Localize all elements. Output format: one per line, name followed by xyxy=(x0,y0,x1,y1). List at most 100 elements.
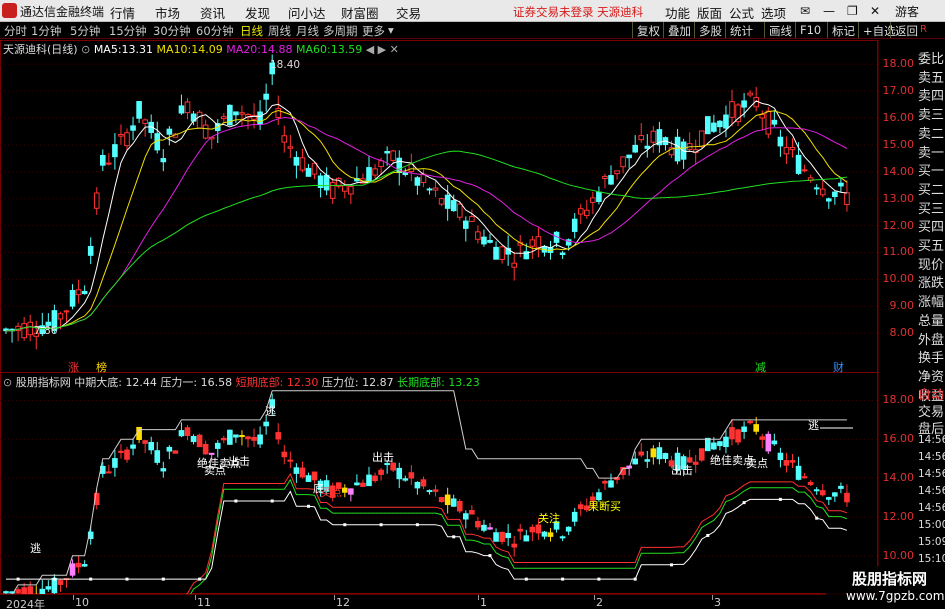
menu-gongneng[interactable]: 功能 xyxy=(665,3,690,22)
side-item[interactable]: 净资 xyxy=(918,366,945,385)
indicator-name[interactable]: 股朋指标网 xyxy=(16,376,71,389)
candle-body xyxy=(239,112,245,115)
candle-body xyxy=(765,110,772,135)
side-item[interactable]: 15:09 xyxy=(918,536,945,548)
candle-body xyxy=(75,289,82,296)
side-item[interactable]: 委比 xyxy=(918,48,945,67)
period-15min[interactable]: 15分钟 xyxy=(109,23,147,39)
candle-body xyxy=(705,116,711,135)
guest-label[interactable]: 游客 xyxy=(895,3,919,20)
candle-body xyxy=(608,175,614,185)
side-item[interactable]: 15:10 xyxy=(918,553,945,565)
indicator-candle-body xyxy=(378,469,384,475)
side-item[interactable]: 14:56 xyxy=(918,451,945,463)
fanhui-button[interactable]: 返回 xyxy=(890,22,922,38)
close-icon[interactable]: ✕ xyxy=(870,4,880,18)
tongji-button[interactable]: 统计 xyxy=(725,22,757,38)
watermark: 股朋指标网 www.7gpzb.com xyxy=(826,566,945,609)
period-fenshi[interactable]: 分时 xyxy=(4,23,27,39)
menu-faxian[interactable]: 发现 xyxy=(245,3,270,22)
stock-name[interactable]: 天源迪科 xyxy=(3,43,47,56)
minimize-icon[interactable]: — xyxy=(823,4,835,18)
legend-toggle-icon[interactable]: ⊙ xyxy=(81,43,90,56)
indicator-candle-body xyxy=(275,432,282,440)
candle-body xyxy=(626,154,632,159)
indicator-toggle-icon[interactable]: ⊙ xyxy=(3,376,12,389)
side-item[interactable]: 14:56 xyxy=(918,485,945,497)
candle-body xyxy=(456,203,463,218)
y-tick-label: 10.00 xyxy=(882,272,915,286)
candle-body xyxy=(372,168,378,176)
legend-scroll-icons[interactable]: ◀ ▶ ✕ xyxy=(366,43,399,56)
candle-body xyxy=(293,156,300,166)
candle-body xyxy=(142,119,148,124)
side-item[interactable]: 卖三 xyxy=(918,104,945,123)
side-item[interactable]: 总量 xyxy=(918,310,945,329)
side-item[interactable]: 卖一 xyxy=(918,142,945,161)
period-60min[interactable]: 60分钟 xyxy=(196,23,234,39)
period-5min[interactable]: 5分钟 xyxy=(70,23,100,39)
chart-canvas[interactable] xyxy=(0,40,917,594)
side-item[interactable]: 涨跌 xyxy=(918,272,945,291)
menu-shichang[interactable]: 市场 xyxy=(155,3,180,22)
menu-banmian[interactable]: 版面 xyxy=(697,3,722,22)
side-item[interactable]: 买三 xyxy=(918,198,945,217)
side-item[interactable]: 14:56 xyxy=(918,502,945,514)
menu-wenxiaoda[interactable]: 问小达 xyxy=(288,3,326,22)
mail-icon[interactable]: ✉ xyxy=(800,4,810,18)
period-monthly[interactable]: 月线 xyxy=(296,23,319,39)
side-item[interactable]: 14:56 xyxy=(918,468,945,480)
period-daily[interactable]: 日线 xyxy=(240,23,263,39)
candle-body xyxy=(263,93,269,100)
more-dropdown-icon[interactable]: ▾ xyxy=(388,23,394,37)
trade-status: 证券交易未登录 天源迪科 xyxy=(513,5,644,19)
bottom-dot xyxy=(452,535,456,539)
side-item[interactable]: 卖二 xyxy=(918,123,945,142)
tag-jian[interactable]: 减 xyxy=(755,359,766,375)
tag-bang[interactable]: 榜 xyxy=(96,359,107,375)
period-weekly[interactable]: 周线 xyxy=(268,23,291,39)
period-multi[interactable]: 多周期 xyxy=(323,23,358,39)
restore-icon[interactable]: ❐ xyxy=(847,4,858,18)
side-item[interactable]: 换手 xyxy=(918,347,945,366)
side-item[interactable]: 买二 xyxy=(918,179,945,198)
menu-zixun[interactable]: 资讯 xyxy=(200,3,225,22)
fuquan-button[interactable]: 复权 xyxy=(632,22,664,38)
indicator-candle-body xyxy=(444,494,451,506)
side-item[interactable]: 外盘 xyxy=(918,329,945,348)
indicator-candle-body xyxy=(777,452,784,460)
indicator-candle-body xyxy=(541,531,548,537)
candle-body xyxy=(620,156,626,168)
side-item[interactable]: 买四 xyxy=(918,216,945,235)
bottom-dot xyxy=(488,554,492,558)
indicator-candle-body xyxy=(287,459,294,462)
period-30min[interactable]: 30分钟 xyxy=(153,23,191,39)
period-more[interactable]: 更多 xyxy=(362,23,385,39)
side-item[interactable]: 15:00 xyxy=(918,519,945,531)
tag-cai[interactable]: 财 xyxy=(833,359,844,375)
side-item[interactable]: 卖五 xyxy=(918,67,945,86)
candle-body xyxy=(69,290,76,307)
side-item[interactable]: 卖四 xyxy=(918,85,945,104)
indicator-candle-body xyxy=(692,461,699,465)
period-1min[interactable]: 1分钟 xyxy=(31,23,61,39)
menu-caifuquan[interactable]: 财富圈 xyxy=(341,3,379,22)
duogu-button[interactable]: 多股 xyxy=(694,22,726,38)
indicator-candle-body xyxy=(202,443,209,455)
yali-yi: 压力一: 16.58 xyxy=(160,376,233,389)
menu-jiaoyi[interactable]: 交易 xyxy=(396,3,421,22)
side-item[interactable]: 涨幅 xyxy=(918,291,945,310)
huaxian-button[interactable]: 画线 xyxy=(764,22,796,38)
side-item[interactable]: 买一 xyxy=(918,160,945,179)
diejia-button[interactable]: 叠加 xyxy=(663,22,695,38)
menu-xuanxiang[interactable]: 选项 xyxy=(761,3,786,22)
menu-hangqing[interactable]: 行情 xyxy=(110,3,135,22)
indicator-candle-body xyxy=(511,543,517,548)
tag-zhang[interactable]: 涨 xyxy=(68,359,79,375)
menu-gongshi[interactable]: 公式 xyxy=(729,3,754,22)
side-item[interactable]: 买五 xyxy=(918,235,945,254)
side-item[interactable]: 14:56 xyxy=(918,434,945,446)
side-item[interactable]: 现价 xyxy=(918,254,945,273)
biaoji-button[interactable]: 标记 xyxy=(827,22,859,38)
f10-button[interactable]: F10 xyxy=(795,22,825,38)
